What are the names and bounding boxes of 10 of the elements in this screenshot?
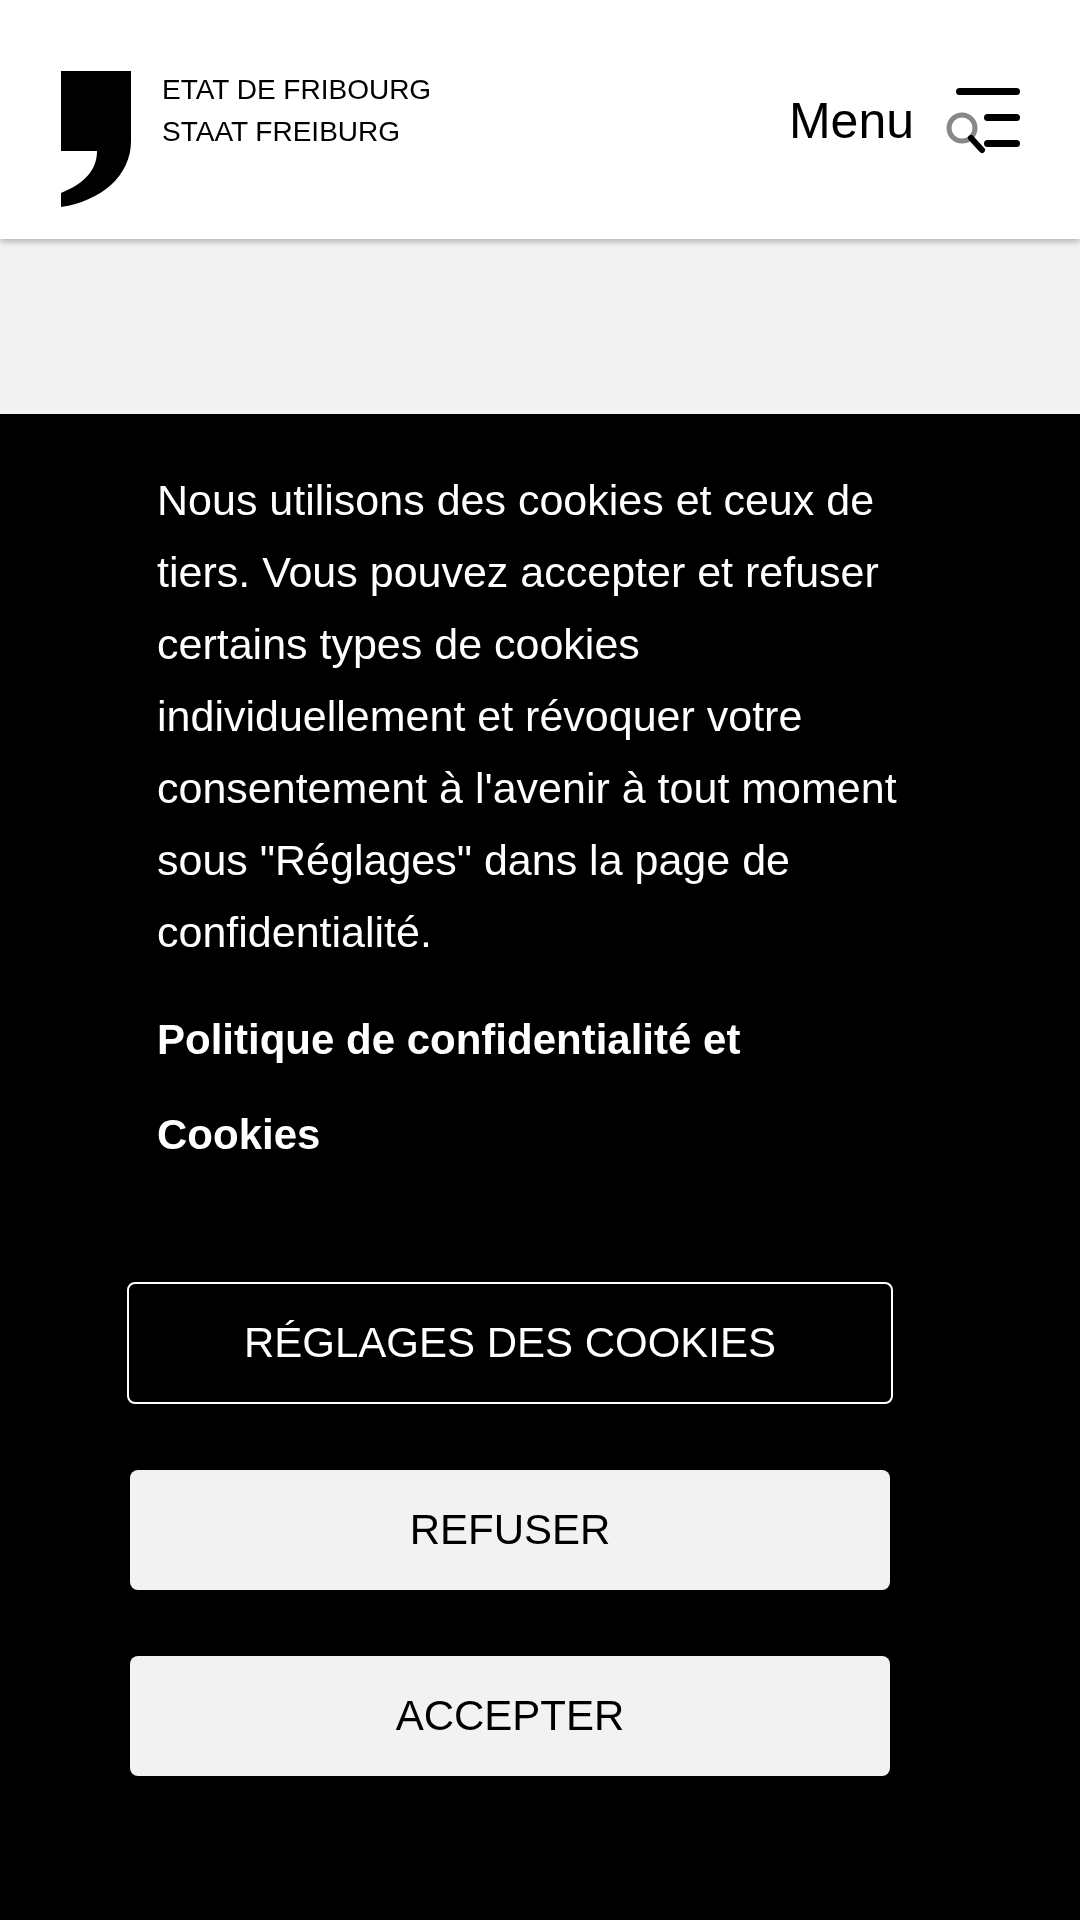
- comma-logo-icon[interactable]: [61, 71, 131, 207]
- settings-button[interactable]: RÉGLAGES DES COOKIES: [127, 1282, 893, 1404]
- menu-label[interactable]: Menu: [788, 93, 914, 149]
- consent-button[interactable]: REFUSER: [130, 1470, 890, 1590]
- consent-button[interactable]: ACCEPTER: [130, 1656, 890, 1776]
- privacy-policy-link[interactable]: Politique de confidentialité et Cookies: [157, 992, 877, 1182]
- logo-text: STAAT FREIBURG: [162, 115, 402, 149]
- logo-text: ETAT DE FRIBOURG: [162, 73, 432, 107]
- cookie-message: Nous utilisons des cookies et ceux de tiers. Vous pouvez accepter et refuser certains types de cookies individuellement et révoquer votre consentement à l'avenir à tout moment sous "Réglages" dans la page de confidentialité.: [157, 475, 898, 958]
- search-menu-icon[interactable]: [944, 88, 1020, 154]
